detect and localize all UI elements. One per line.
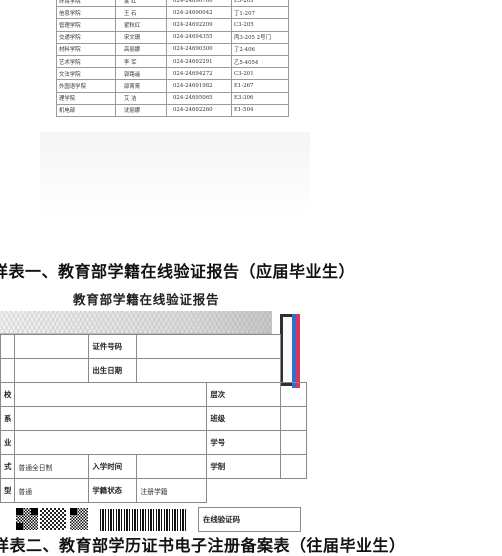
directory-row: 管理学院 翟秋红 024-24692209 C3-205 [56,18,289,32]
row-stub-type: 型 [0,478,16,503]
directory-dept: 交通学院 [56,30,116,44]
directory-row: 艺术学院李 军 024-24692291 乙5-4054 [56,54,289,69]
value-study-form: 普通全日制 [14,454,90,479]
directory-row: 理学院艾 洁 024-24695065 E3-306 [56,91,289,105]
label-status: 学籍状态 [88,478,138,503]
directory-dept: 艺术学院 [56,54,116,69]
directory-dept: 机电部 [56,103,116,117]
qr-code-icon [16,508,38,530]
directory-room: C3-201 [231,67,289,81]
directory-name: 王 石 [115,6,167,20]
label-student-no: 学号 [206,430,282,455]
value-status: 注册学籍 [136,478,208,503]
directory-dept: 理学院 [56,91,116,105]
directory-name: 李 军 [115,54,167,69]
contact-directory-table: 环境学院某 红 024-24690700 E3-203 信息学院王 石 024-2469… [56,0,289,128]
directory-name: 邵菁菁 [115,79,167,93]
directory-row: 机电部 沈丽娜 024-24692260 E1-504 [56,103,289,117]
directory-name: 翟秋红 [115,18,167,32]
directory-room: E1-267 [231,79,289,93]
directory-name: 宋文珊 [115,30,167,44]
directory-room: E1-504 [231,103,289,117]
directory-tel: 024-24692291 [166,54,232,69]
directory-name: 某 红 [115,0,167,8]
value-id-number [136,334,282,359]
directory-tel: 024-24690042 [166,6,232,20]
directory-dept: 外国语学院 [56,79,116,93]
directory-row: 交通学院 宋文珊 024-24694355 丙3-205 2号门 [56,30,289,44]
directory-name: 高丽娜 [115,42,167,56]
directory-dept: 信息学院 [56,6,116,20]
directory-tel: 024-24694355 [166,30,232,44]
label-duration: 学制 [206,454,282,479]
qr-code-fragment-icon [40,508,66,530]
caption-sample-2: 样表二、教育部学历证书电子注册备案表（往届毕业生） [0,536,406,555]
directory-room: C3-205 [231,18,289,32]
label-verify-code: 在线验证码 [203,515,240,524]
directory-room: 乙5-4054 [231,54,289,69]
directory-name: 艾 洁 [115,91,167,105]
directory-dept: 环境学院 [56,0,116,8]
directory-tel: 024-24690700 [166,0,232,8]
directory-row: 外国语学院 邵菁菁 024-24691982 E1-267 [56,79,289,93]
directory-room: 丁2-406 [231,42,289,56]
directory-tel: 024-24690300 [166,42,232,56]
directory-tel: 024-24691982 [166,79,232,93]
label-id-number: 证件号码 [88,334,138,359]
row-stub-form: 式 [0,454,16,479]
directory-dept: 材料学院 [56,42,116,56]
directory-tel: 024-24692260 [166,103,232,117]
label-birth-date: 出生日期 [88,358,138,383]
directory-room: 丁1-207 [231,6,289,20]
barcode-icon [100,509,188,531]
label-level: 层次 [206,382,282,407]
row-stub-dept: 系 [0,406,16,431]
report-title: 教育部学籍在线验证报告 [73,292,220,307]
directory-tel: 024-24692209 [166,18,232,32]
report-table: 证件号码 出生日期 校 层次 系 班级 业 学号 式 普通全日制 入学时间 学制… [0,334,308,503]
value-category: 普通 [14,478,90,503]
directory-dept: 管理学院 [56,18,116,32]
directory-name: 郭路遥 [115,67,167,81]
scan-shading [40,132,310,212]
directory-row: 信息学院王 石 024-24690042 丁1-207 [56,6,289,20]
directory-row: 材料学院 高丽娜 024-24690300 丁2-406 [56,42,289,56]
row-stub-school: 校 [0,382,16,407]
directory-room: E3-306 [231,91,289,105]
directory-room: 丙3-205 2号门 [231,30,289,44]
row-stub-major: 业 [0,430,16,455]
directory-name: 沈丽娜 [115,103,167,117]
directory-row: 环境学院某 红 024-24690700 E3-203 [56,0,289,8]
directory-tel: 024-24695065 [166,91,232,105]
caption-sample-1: 样表一、教育部学籍在线验证报告（应届毕业生） [0,262,356,281]
value-birth-date [136,358,282,383]
directory-room: E3-203 [231,0,289,8]
directory-grid: 环境学院某 红 024-24690700 E3-203 信息学院王 石 024-2469… [56,0,289,117]
directory-tel: 024-24694272 [166,67,232,81]
qr-code-fragment-2-icon [70,508,88,530]
label-class: 班级 [206,406,282,431]
security-banner [0,311,272,334]
directory-dept: 文法学院 [56,67,116,81]
directory-row: 文法学院 郭路遥 024-24694272 C3-201 [56,67,289,81]
label-enroll-time: 入学时间 [88,454,138,479]
